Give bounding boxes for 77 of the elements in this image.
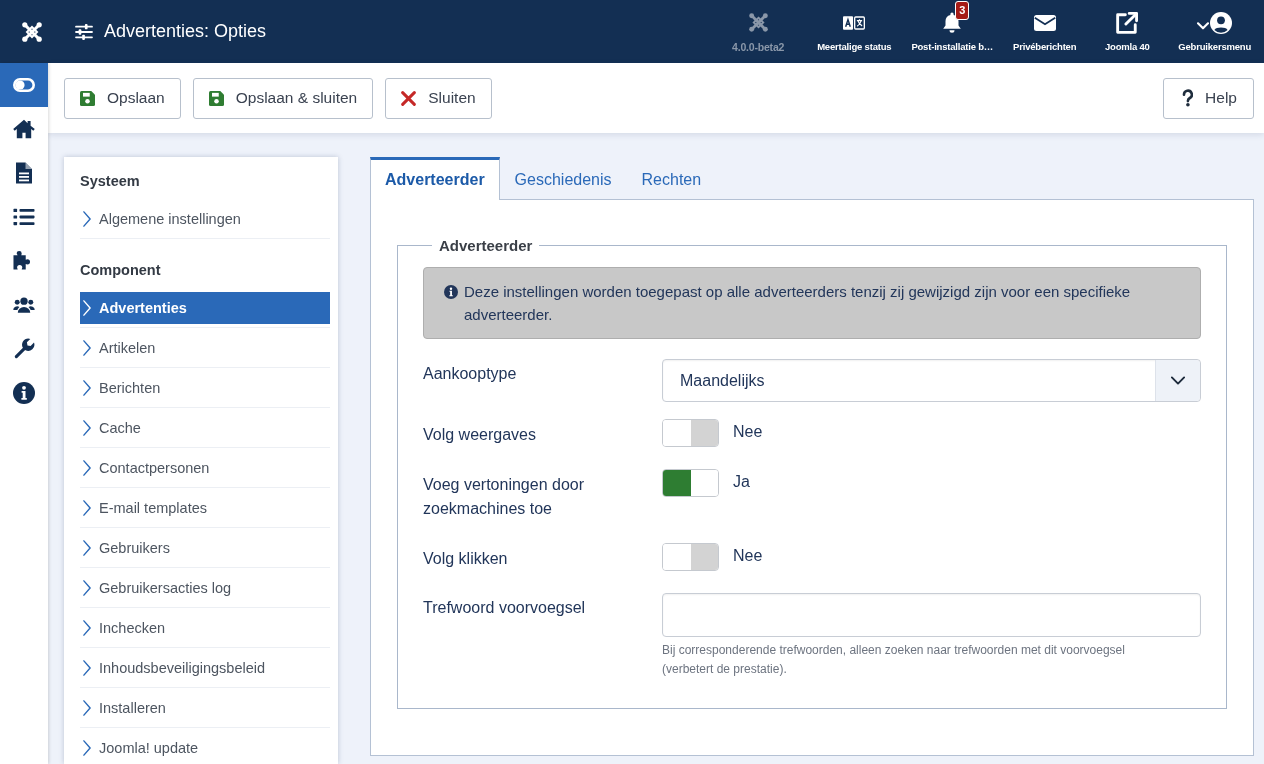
chevron-right-icon [83, 540, 91, 556]
component-link[interactable]: Algemene instellingen [80, 203, 330, 235]
sliders-icon [75, 23, 93, 40]
wrench-icon[interactable] [13, 338, 35, 360]
version-link[interactable]: 4.0.0-beta2 [717, 0, 800, 63]
help-button[interactable]: Help [1163, 77, 1254, 119]
component-link[interactable]: Gebruikersacties log [80, 572, 330, 604]
save-button[interactable]: Opslaan [64, 77, 181, 119]
toggle-value: Nee [733, 546, 763, 566]
header-menu-link[interactable]: Privéberichten [1003, 0, 1087, 63]
component-link[interactable]: Advertenties [80, 292, 330, 324]
user-icon [1210, 12, 1233, 34]
component-link[interactable]: E-mail templates [80, 492, 330, 524]
page-title: Advertenties: Opties [104, 21, 267, 42]
home-icon[interactable] [13, 118, 35, 140]
field-label: Volg klikken [423, 549, 509, 569]
field-label: Volg weergaves [423, 425, 537, 445]
toggle-value: Nee [733, 422, 763, 442]
section-heading: Component [80, 261, 162, 280]
chevron-right-icon [83, 300, 91, 316]
header-menu-link[interactable]: Joomla 40 [1086, 0, 1169, 63]
field-label: Voeg vertoningen door zoekmachines toe [423, 475, 585, 519]
chevron-right-icon [83, 211, 91, 227]
field-label: Trefwoord voorvoegsel [423, 598, 587, 618]
alert-text: Deze instellingen worden toegepast op alle adverteerders tenzij zij gewijzigd zijn voor een specifieke adverteerder. [464, 282, 1132, 325]
component-link[interactable]: Artikelen [80, 332, 330, 364]
x-mark-icon [401, 90, 417, 106]
chevron-right-icon [83, 700, 91, 716]
chevron-right-icon [83, 580, 91, 596]
select-field[interactable]: Maandelijks [662, 359, 1201, 402]
header-menu-link[interactable]: 3 Post-installatie b… [901, 0, 1004, 63]
chevron-right-icon [83, 380, 91, 396]
active-menu-item[interactable] [0, 63, 48, 107]
chevron-right-icon [83, 340, 91, 356]
document-icon[interactable] [13, 162, 35, 184]
component-link[interactable]: Joomla! update [80, 732, 330, 764]
fieldset-legend: Adverteerder [432, 237, 540, 254]
component-link[interactable]: Gebruikers [80, 532, 330, 564]
logo-icon [748, 13, 768, 32]
field-label: Aankooptype [423, 364, 518, 384]
component-link[interactable]: Cache [80, 412, 330, 444]
toggle-switch[interactable] [662, 469, 719, 497]
component-link[interactable]: Installeren [80, 692, 330, 724]
chevron-right-icon [83, 500, 91, 516]
info-icon [444, 285, 458, 299]
external-link-icon [1116, 12, 1139, 34]
notification-badge: 3 [955, 1, 970, 20]
save-button[interactable]: Opslaan & sluiten [192, 77, 374, 119]
chevron-right-icon [83, 460, 91, 476]
toggle-value: Ja [733, 472, 750, 492]
chevron-down-icon [1197, 22, 1210, 30]
close-button[interactable]: Sluiten [385, 77, 492, 119]
tab[interactable]: Rechten [626, 157, 717, 199]
toggle-switch[interactable] [662, 543, 719, 571]
help-text: Bij corresponderende trefwoorden, alleen zoeken naar trefwoorden met dit voorvoegsel (verbetert de prestatie). [662, 642, 1126, 678]
header-menu-link[interactable]: Gebruikersmenu [1168, 0, 1261, 63]
component-link[interactable]: Contactpersonen [80, 452, 330, 484]
component-link[interactable]: Berichten [80, 372, 330, 404]
tab[interactable]: Geschiedenis [499, 157, 627, 199]
component-link[interactable]: Inchecken [80, 612, 330, 644]
bell-icon [941, 12, 964, 34]
info-icon[interactable] [13, 382, 35, 404]
list-icon[interactable] [13, 206, 35, 228]
chevron-right-icon [83, 740, 91, 756]
envelope-icon [1033, 12, 1056, 34]
toggle-switch[interactable] [662, 419, 719, 447]
chevron-right-icon [83, 660, 91, 676]
text-input-field[interactable] [662, 593, 1201, 637]
header-menu-link[interactable]: Meertalige status [807, 0, 902, 63]
chevron-down-icon [1171, 376, 1185, 385]
question-mark-icon [1182, 89, 1194, 107]
tab[interactable]: Adverteerder [370, 157, 500, 200]
logo-icon[interactable] [22, 21, 42, 42]
component-link[interactable]: Inhoudsbeveiligingsbeleid [80, 652, 330, 684]
section-heading: Systeem [80, 172, 141, 191]
chevron-right-icon [83, 620, 91, 636]
chevron-right-icon [83, 420, 91, 436]
